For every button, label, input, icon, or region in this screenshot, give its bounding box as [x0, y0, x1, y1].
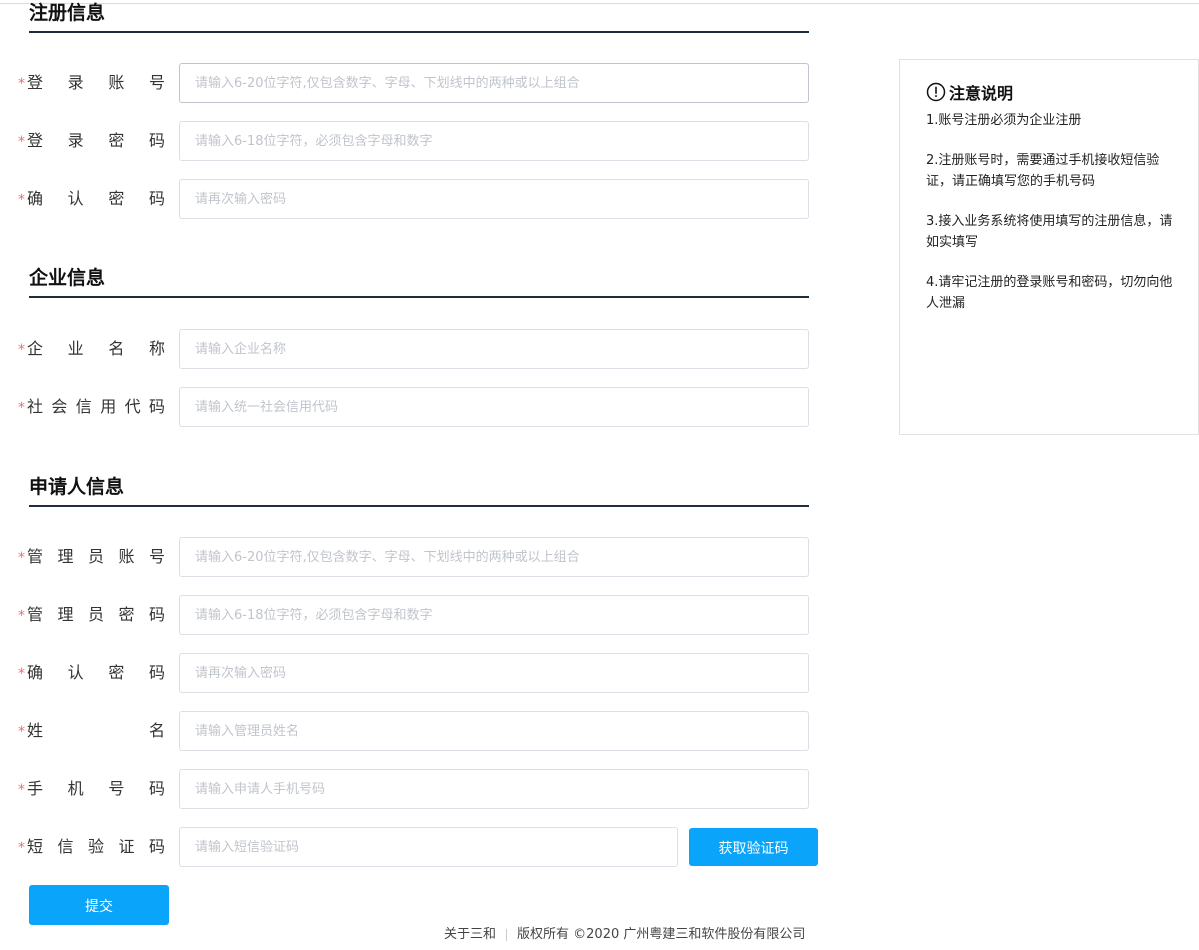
admin-account-label: * 管理员账号	[18, 547, 165, 566]
footer-separator	[506, 928, 508, 941]
admin-name-input[interactable]	[179, 711, 809, 751]
mobile-input[interactable]	[179, 769, 809, 809]
required-mark: *	[18, 724, 25, 740]
notice-item: 2.注册账号时，需要通过手机接收短信验证，请正确填写您的手机号码	[926, 153, 1160, 189]
footer-content: 关于三和 版权所有 ©2020 广州粤建三和软件股份有限公司	[444, 924, 805, 946]
required-mark: *	[18, 666, 25, 682]
form-row-admin-name: * 姓名	[0, 711, 830, 751]
form-row-credit-code: * 社会信用代码	[0, 387, 830, 427]
mobile-label: * 手机号码	[18, 779, 165, 798]
confirm-password-label: * 确认密码	[18, 189, 165, 208]
notice-header: 注意说明	[926, 80, 1174, 104]
required-mark: *	[18, 342, 25, 358]
get-code-button[interactable]: 获取验证码	[689, 828, 818, 866]
form-row-mobile: * 手机号码	[0, 769, 830, 809]
form-row-admin-confirm-password: * 确认密码	[0, 653, 830, 693]
required-mark: *	[18, 550, 25, 566]
section-divider-registration	[29, 31, 809, 33]
company-name-label: * 企业名称	[18, 339, 165, 358]
section-title-applicant: 申请人信息	[29, 476, 125, 498]
login-password-input[interactable]	[179, 121, 809, 161]
footer: 关于三和 版权所有 ©2020 广州粤建三和软件股份有限公司	[0, 924, 1199, 946]
required-mark: *	[18, 400, 25, 416]
admin-account-input[interactable]	[179, 537, 809, 577]
required-mark: *	[18, 840, 25, 856]
exclamation-circle-icon	[926, 82, 946, 102]
company-name-input[interactable]	[179, 329, 809, 369]
form-row-company-name: * 企业名称	[0, 329, 830, 369]
login-password-label: * 登录密码	[18, 131, 165, 150]
admin-name-label: * 姓名	[18, 721, 165, 740]
section-divider-applicant	[29, 505, 809, 507]
notice-title: 注意说明	[949, 84, 1014, 103]
admin-password-label: * 管理员密码	[18, 605, 165, 624]
required-mark: *	[18, 76, 25, 92]
admin-password-input[interactable]	[179, 595, 809, 635]
required-mark: *	[18, 134, 25, 150]
section-divider-company	[29, 296, 809, 298]
notice-item: 1.账号注册必须为企业注册	[926, 113, 1082, 128]
sms-code-input[interactable]	[179, 827, 678, 867]
credit-code-input[interactable]	[179, 387, 809, 427]
footer-copyright: 版权所有 ©2020 广州粤建三和软件股份有限公司	[517, 927, 806, 942]
required-mark: *	[18, 782, 25, 798]
section-title-registration: 注册信息	[29, 2, 106, 24]
login-account-input[interactable]	[179, 63, 809, 103]
required-mark: *	[18, 192, 25, 208]
registration-page: 注册信息 *登录账号 *登录密码 *确认密码 企业信息 *企业名称 *社会信用代…	[0, 0, 1199, 950]
section-title-company: 企业信息	[29, 267, 106, 289]
notice-panel: 注意说明 1.账号注册必须为企业注册 2.注册账号时，需要通过手机接收短信验证，…	[899, 59, 1199, 435]
notice-item: 3.接入业务系统将使用填写的注册信息，请如实填写	[926, 214, 1173, 250]
login-account-label: * 登录账号	[18, 73, 165, 92]
sms-code-label: * 短信验证码	[18, 837, 165, 856]
admin-confirm-password-input[interactable]	[179, 653, 809, 693]
submit-button[interactable]: 提交	[29, 885, 169, 925]
notice-item: 4.请牢记注册的登录账号和密码，切勿向他人泄漏	[926, 275, 1173, 311]
form-row-login-password: * 登录密码	[0, 121, 830, 161]
form-row-admin-account: * 管理员账号	[0, 537, 830, 577]
form-row-login-account: * 登录账号	[0, 63, 830, 103]
form-row-admin-password: * 管理员密码	[0, 595, 830, 635]
form-row-sms-code: *短信验证码 获取验证码	[0, 827, 830, 867]
form-row-confirm-password: * 确认密码	[0, 179, 830, 219]
footer-about-link[interactable]: 关于三和	[444, 927, 496, 942]
admin-confirm-password-label: * 确认密码	[18, 663, 165, 682]
confirm-password-input[interactable]	[179, 179, 809, 219]
required-mark: *	[18, 608, 25, 624]
credit-code-label: * 社会信用代码	[18, 397, 165, 416]
